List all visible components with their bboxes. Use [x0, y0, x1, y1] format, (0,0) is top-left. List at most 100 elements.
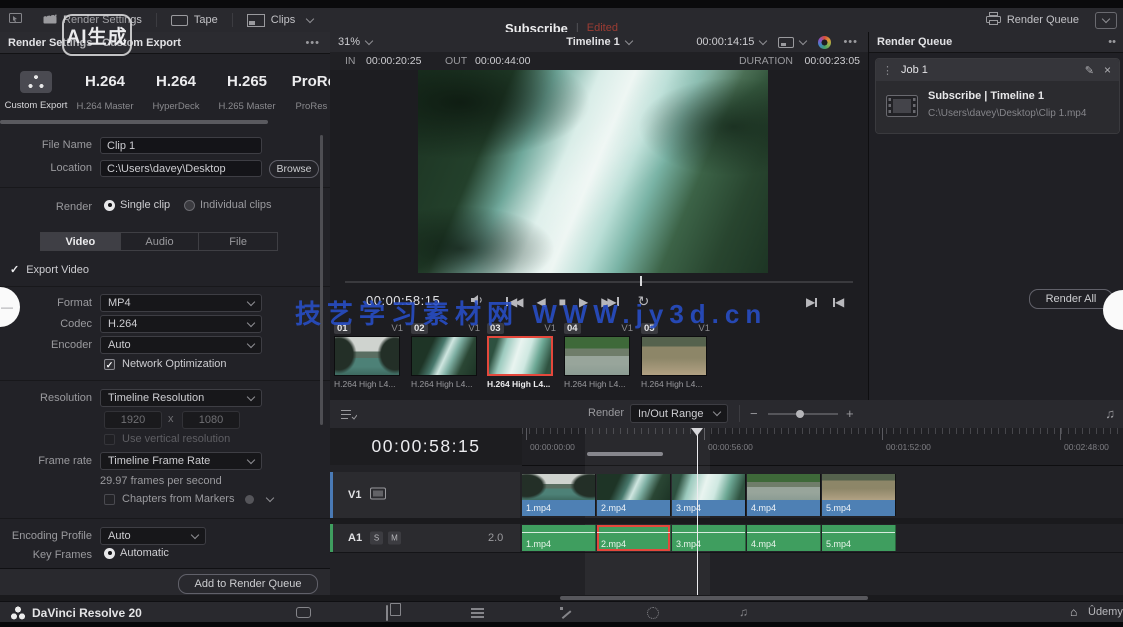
in-out-range-bar[interactable]	[587, 452, 663, 456]
export-video-checkbox[interactable]: ✓ Export Video	[10, 263, 89, 276]
browse-button[interactable]: Browse	[269, 160, 319, 178]
marker-color-dot-icon[interactable]	[245, 495, 254, 504]
zoom-in-button[interactable]: +	[846, 406, 854, 421]
encoder-dropdown[interactable]: Auto	[100, 336, 262, 354]
settings-scrollbar[interactable]	[320, 135, 323, 425]
timeline-audio-clip[interactable]: 1.mp4	[522, 525, 596, 551]
location-field[interactable]	[100, 160, 262, 177]
single-clip-radio[interactable]: Single clip	[104, 199, 170, 211]
tab-audio[interactable]: Audio	[120, 233, 199, 250]
frame-rate-value: Timeline Frame Rate	[108, 455, 210, 467]
timeline-horizontal-scrollbar[interactable]	[560, 596, 868, 600]
timeline-video-clip[interactable]: 1.mp4	[522, 474, 596, 516]
network-optimization-checkbox[interactable]: ✓ Network Optimization	[104, 358, 227, 370]
preset-prores[interactable]: ProRes ProRes 42	[282, 58, 331, 112]
video-track-name: V1	[348, 489, 361, 501]
add-to-render-queue-button[interactable]: Add to Render Queue	[178, 574, 318, 594]
render-queue-options-button[interactable]: ••	[1108, 36, 1116, 48]
video-track-color-strip	[330, 472, 333, 518]
individual-clips-radio[interactable]: Individual clips	[184, 199, 272, 211]
clips-button[interactable]: Clips	[241, 8, 319, 32]
preset-custom-export[interactable]: Custom Export	[0, 58, 72, 111]
chevron-down-icon	[247, 339, 255, 347]
file-name-label: File Name	[0, 139, 92, 151]
file-name-field[interactable]	[100, 137, 262, 154]
encoding-profile-dropdown[interactable]: Auto	[100, 527, 206, 545]
clip-thumbnail[interactable]	[641, 336, 707, 376]
resolution-dropdown[interactable]: Timeline Resolution	[100, 389, 262, 407]
drag-handle-icon[interactable]: ⋮	[882, 64, 893, 77]
location-label: Location	[0, 162, 92, 174]
panel-options-button[interactable]: •••	[305, 37, 320, 49]
home-icon[interactable]: ⌂	[1070, 605, 1077, 619]
tab-file[interactable]: File	[198, 233, 277, 250]
chevron-down-icon[interactable]	[266, 493, 274, 501]
clip-thumbnail[interactable]	[487, 336, 553, 376]
timeline-playhead[interactable]	[697, 428, 698, 595]
clip-thumbnail[interactable]	[564, 336, 630, 376]
edit-job-icon[interactable]: ✎	[1085, 64, 1094, 77]
key-frames-automatic-radio[interactable]: Automatic	[104, 547, 169, 559]
clip-thumbnail-item[interactable]: 02V1 H.264 High L4...	[411, 322, 484, 389]
tab-video[interactable]: Video	[41, 233, 120, 250]
preset-scrollbar[interactable]	[0, 120, 268, 124]
video-track-header[interactable]: V1	[330, 472, 520, 518]
codec-dropdown[interactable]: H.264	[100, 315, 262, 333]
single-clip-label: Single clip	[120, 199, 170, 211]
chevron-down-icon	[247, 297, 255, 305]
timeline-audio-clip[interactable]: 4.mp4	[747, 525, 821, 551]
tape-button[interactable]: Tape	[165, 8, 224, 32]
audio-meters-icon[interactable]: ♫	[1105, 406, 1115, 421]
viewer-display-mode-button[interactable]	[778, 37, 806, 48]
panel-collapse-button[interactable]	[1095, 12, 1117, 29]
audio-track-header[interactable]: A1 S M 2.0	[330, 524, 520, 552]
viewer-timecode-dropdown[interactable]: 00:00:14:15	[696, 36, 766, 48]
render-all-button[interactable]: Render All	[1029, 289, 1113, 309]
render-queue-title: Render Queue	[877, 36, 952, 48]
next-clip-button[interactable]: ▶	[806, 295, 817, 309]
viewer-playhead-tick[interactable]	[640, 276, 642, 286]
cut-page-icon[interactable]	[386, 605, 388, 621]
previous-clip-button[interactable]: ◀	[833, 295, 844, 309]
timeline-audio-clip-selected[interactable]: 2.mp4	[597, 525, 671, 551]
zoom-out-button[interactable]: −	[750, 406, 758, 421]
mute-button[interactable]: M	[388, 532, 401, 545]
viewer-options-button[interactable]: •••	[843, 36, 858, 48]
render-job-card[interactable]: ⋮ Job 1 ✎ × Subscribe | Timeline 1 C:\Us…	[875, 58, 1120, 134]
clip-thumbnail-item[interactable]: 04V1 H.264 High L4...	[564, 322, 637, 389]
audio-track-name: A1	[348, 532, 362, 544]
clip-thumbnail[interactable]	[334, 336, 400, 376]
ruler-label: 00:01:52:00	[886, 442, 931, 452]
clip-thumbnail-item-selected[interactable]: 03V1 H.264 High L4...	[487, 322, 560, 389]
color-page-icon[interactable]	[647, 607, 659, 619]
preset-hyperdeck[interactable]: H.264 HyperDeck	[140, 58, 212, 112]
clip-thumbnail-item[interactable]: 01V1 H.264 High L4...	[334, 322, 407, 389]
clip-thumbnail-item[interactable]: 05V1 H.264 High L4...	[641, 322, 714, 389]
clip-thumbnail[interactable]	[411, 336, 477, 376]
edit-page-icon[interactable]	[471, 608, 484, 620]
timeline-audio-clip[interactable]: 5.mp4	[822, 525, 896, 551]
window-bottom-strip	[0, 622, 1123, 627]
zoom-slider-handle[interactable]	[796, 410, 804, 418]
timeline-playhead-handle[interactable]	[691, 428, 703, 436]
preset-h264-master[interactable]: H.264 H.264 Master	[69, 58, 141, 112]
format-dropdown[interactable]: MP4	[100, 294, 262, 312]
timeline-video-clip[interactable]: 5.mp4	[822, 474, 896, 516]
checklist-icon[interactable]	[340, 407, 357, 424]
viewer-scrub-bar[interactable]	[345, 281, 853, 283]
delete-job-icon[interactable]: ×	[1104, 63, 1111, 77]
fairlight-page-icon[interactable]: ♫	[739, 605, 748, 619]
render-queue-toggle-button[interactable]: Render Queue	[980, 8, 1085, 32]
key-frames-automatic-label: Automatic	[120, 547, 169, 559]
timeline-video-clip-selected[interactable]: 2.mp4	[597, 474, 671, 516]
frame-rate-dropdown[interactable]: Timeline Frame Rate	[100, 452, 262, 470]
timeline-video-clip[interactable]: 4.mp4	[747, 474, 821, 516]
timeline-video-clip[interactable]: 3.mp4	[672, 474, 746, 516]
chapters-from-markers-checkbox[interactable]: Chapters from Markers	[104, 493, 273, 505]
solo-button[interactable]: S	[370, 532, 383, 545]
timeline-audio-clip[interactable]: 3.mp4	[672, 525, 746, 551]
media-page-icon[interactable]	[296, 607, 311, 618]
render-range-dropdown[interactable]: In/Out Range	[630, 404, 728, 423]
color-management-icon[interactable]	[818, 36, 831, 49]
preset-h265-master[interactable]: H.265 H.265 Master	[211, 58, 283, 112]
